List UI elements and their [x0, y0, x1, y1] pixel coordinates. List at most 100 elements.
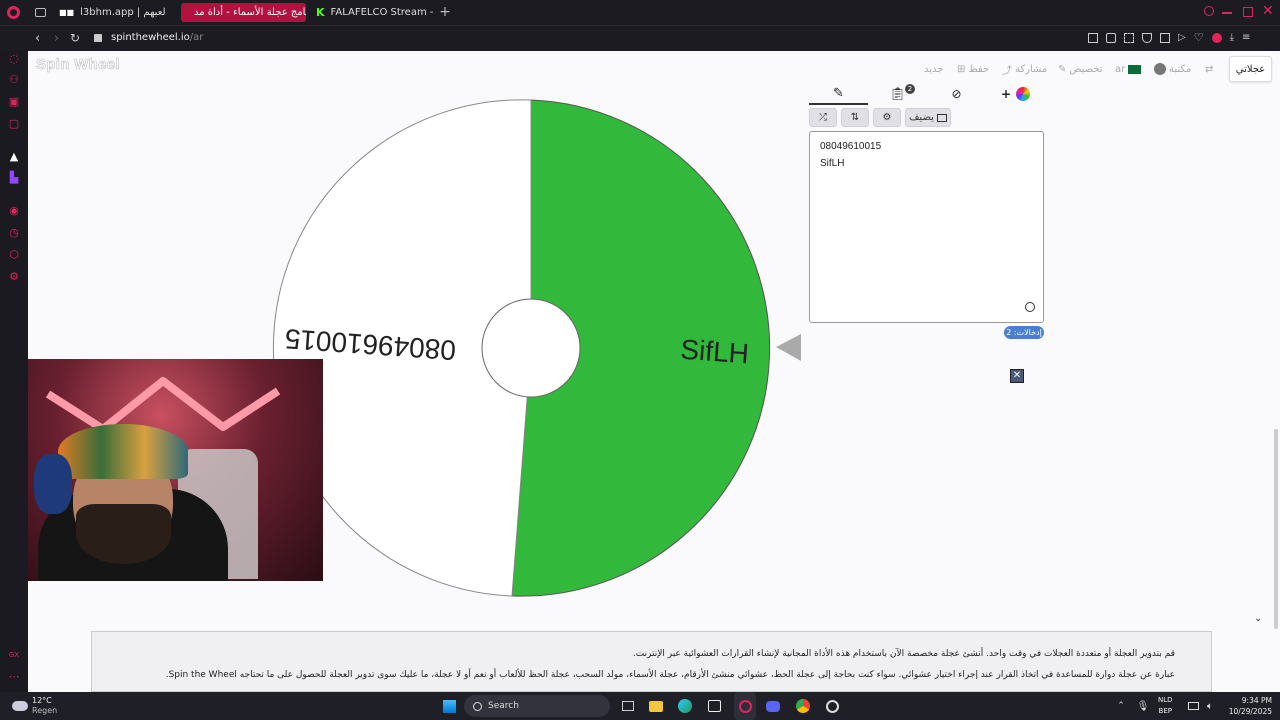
reload-icon[interactable]: ↻ — [70, 31, 80, 45]
kick-favicon-icon: K — [316, 6, 325, 19]
forward-icon[interactable]: › — [54, 31, 59, 46]
emoji-icon[interactable] — [1025, 302, 1035, 312]
discord-icon[interactable] — [764, 692, 782, 720]
webcam-overlay — [28, 359, 323, 581]
shuffle-icon: ⤮ — [819, 112, 827, 123]
results-badge: 2 — [905, 84, 915, 94]
microphone-icon[interactable]: 🎙︎ — [1136, 692, 1150, 720]
chatgpt-icon[interactable]: ⚇ — [8, 74, 20, 86]
snapshot-icon[interactable] — [1124, 33, 1134, 43]
more-icon[interactable]: ⋯ — [8, 671, 20, 683]
sort-icon: ⇅ — [850, 112, 860, 123]
search-tabs-icon[interactable] — [1204, 6, 1214, 16]
workspaces-icon[interactable] — [35, 8, 46, 17]
new-tab-button[interactable]: + — [438, 4, 452, 20]
settings-button[interactable]: ⚙ — [873, 108, 901, 127]
play-icon[interactable]: ▷ — [1178, 33, 1186, 45]
beard-shape — [76, 504, 171, 564]
description-box: قم بتدوير العجلة أو متعددة العجلات في وق… — [91, 631, 1212, 692]
aria-icon[interactable]: ◌ — [8, 53, 20, 65]
player-icon[interactable]: ◉ — [8, 205, 20, 217]
extensions-icon[interactable]: ⬡ — [8, 249, 20, 261]
customize-button[interactable]: ✎ تخصيص — [1058, 60, 1103, 78]
new-button[interactable]: جديد — [924, 60, 943, 78]
history-icon[interactable]: ◷ — [8, 227, 20, 239]
headphones-shape — [34, 454, 72, 514]
spin-wheel[interactable]: SifLH 08049610015 — [268, 89, 818, 609]
messenger-icon[interactable]: ▣ — [8, 96, 20, 108]
edit-pencil-icon: ✎ — [833, 85, 844, 101]
tab-results[interactable]: 📋︎ 2 — [868, 83, 927, 105]
tab-l3bhm[interactable]: ■■ l3bhm.app | لعبهم — [52, 3, 177, 22]
instagram-icon[interactable]: ▢ — [8, 118, 20, 130]
opera-gx-taskbar-icon[interactable] — [734, 692, 756, 720]
back-icon[interactable]: ‹ — [35, 31, 40, 46]
restore-button[interactable] — [1243, 7, 1253, 17]
clock[interactable]: 9:34 PM 10/29/2025 — [1222, 695, 1272, 717]
tab-wheel-active[interactable]: برنامج عجلة الأسماء - أداة مد... — [181, 3, 306, 22]
share-button[interactable]: ⤴ مشاركة — [1002, 60, 1047, 78]
browser-extensions-icons[interactable]: ▷ ♡ ⤓ ≡ — [1088, 32, 1274, 45]
site-logo[interactable]: Spin Wheel — [36, 56, 120, 74]
entries-count-badge: إدخالات: 2 — [1004, 326, 1044, 339]
windows-taskbar: 12°C Regen Search ⌃ 🎙︎ NLD BEP 🔈︎ 9:34 P… — [0, 692, 1280, 720]
sort-button[interactable]: ⇅ — [841, 108, 869, 127]
add-image-button[interactable]: يضيف — [905, 108, 951, 127]
clipboard-icon: 📋︎ — [889, 86, 906, 102]
save-button[interactable]: ⊞ حفظ — [957, 60, 989, 78]
color-wheel-icon — [1016, 87, 1031, 101]
minimize-button[interactable] — [1222, 12, 1232, 14]
eye-off-icon: ⊘ — [951, 87, 962, 101]
vpn-icon[interactable] — [1160, 33, 1170, 43]
pin-icon[interactable] — [1106, 33, 1116, 43]
shield-icon[interactable] — [1142, 33, 1152, 43]
entry-line[interactable]: SifLH — [820, 155, 1033, 172]
browser-sidebar: ◌ ⚇ ▣ ▢ ▲ ▙ ◉ ◷ ⬡ ⚙ GX ⋯ — [0, 51, 28, 692]
network-icon[interactable] — [1186, 692, 1200, 720]
close-ad-button[interactable]: ✕ — [1010, 369, 1024, 383]
store-icon[interactable] — [705, 692, 723, 720]
wheel-label-sifLH: SifLH — [679, 334, 749, 370]
task-view-icon[interactable] — [619, 692, 637, 720]
language-button[interactable]: ar — [1115, 60, 1142, 78]
tiktok-icon[interactable]: ▲ — [8, 151, 20, 163]
chrome-icon[interactable] — [794, 692, 812, 720]
menu-icon[interactable]: ≡ — [1242, 33, 1250, 45]
collapse-icon[interactable]: ⇄ — [1205, 60, 1213, 78]
close-window-button[interactable]: ✕ — [1262, 3, 1274, 19]
download-icon[interactable]: ⤓ — [1230, 33, 1234, 45]
entries-textarea[interactable]: 08049610015 SifLH — [809, 131, 1044, 323]
weather-widget[interactable]: 12°C Regen — [12, 694, 57, 718]
description-line-1: قم بتدوير العجلة أو متعددة العجلات في وق… — [632, 649, 1175, 659]
profile-icon[interactable] — [1211, 33, 1222, 43]
start-button[interactable] — [438, 692, 460, 720]
file-explorer-icon[interactable] — [647, 692, 665, 720]
settings-icon[interactable]: ⚙ — [8, 271, 20, 283]
browser-tab-bar: ■■ l3bhm.app | لعبهم برنامج عجلة الأسماء… — [0, 0, 1280, 25]
twitch-icon[interactable]: ▙ — [8, 172, 20, 184]
scroll-down-icon[interactable]: ⌄ — [1254, 613, 1262, 624]
opera-logo-icon[interactable] — [7, 6, 20, 19]
description-line-2: عبارة عن عجلة دوارة للمساعدة في اتخاذ ال… — [165, 670, 1175, 680]
tray-chevron-icon[interactable]: ⌃ — [1114, 692, 1128, 720]
volume-icon[interactable]: 🔈︎ — [1203, 692, 1217, 720]
my-wheels-button[interactable]: عجلاتي — [1229, 56, 1272, 82]
page-scrollbar[interactable] — [1274, 429, 1278, 629]
gallery-button[interactable]: مكتبة — [1154, 60, 1191, 78]
gx-icon[interactable]: GX — [8, 649, 20, 661]
taskbar-search[interactable]: Search — [464, 695, 610, 717]
shuffle-button[interactable]: ⤮ — [809, 108, 837, 127]
input-language[interactable]: NLD BEP — [1158, 695, 1173, 717]
tab-kick-stream[interactable]: K FALAFELCO Stream - Wat — [309, 3, 434, 22]
url-field[interactable]: spinthewheel.io/ar — [111, 32, 203, 43]
heart-icon[interactable]: ♡ — [1194, 32, 1204, 45]
tab-hidden[interactable]: ⊘ — [927, 83, 986, 105]
obs-icon[interactable] — [823, 692, 841, 720]
entry-line[interactable]: 08049610015 — [820, 138, 1033, 155]
reader-icon[interactable] — [1088, 33, 1098, 43]
tab-add-wheel[interactable]: + — [986, 83, 1045, 105]
wheel-center-hub[interactable] — [481, 298, 581, 398]
tab-edit[interactable]: ✎ — [809, 83, 868, 105]
address-bar: ‹ › ↻ spinthewheel.io/ar ▷ ♡ ⤓ ≡ — [0, 25, 1280, 51]
edge-icon[interactable] — [676, 692, 694, 720]
